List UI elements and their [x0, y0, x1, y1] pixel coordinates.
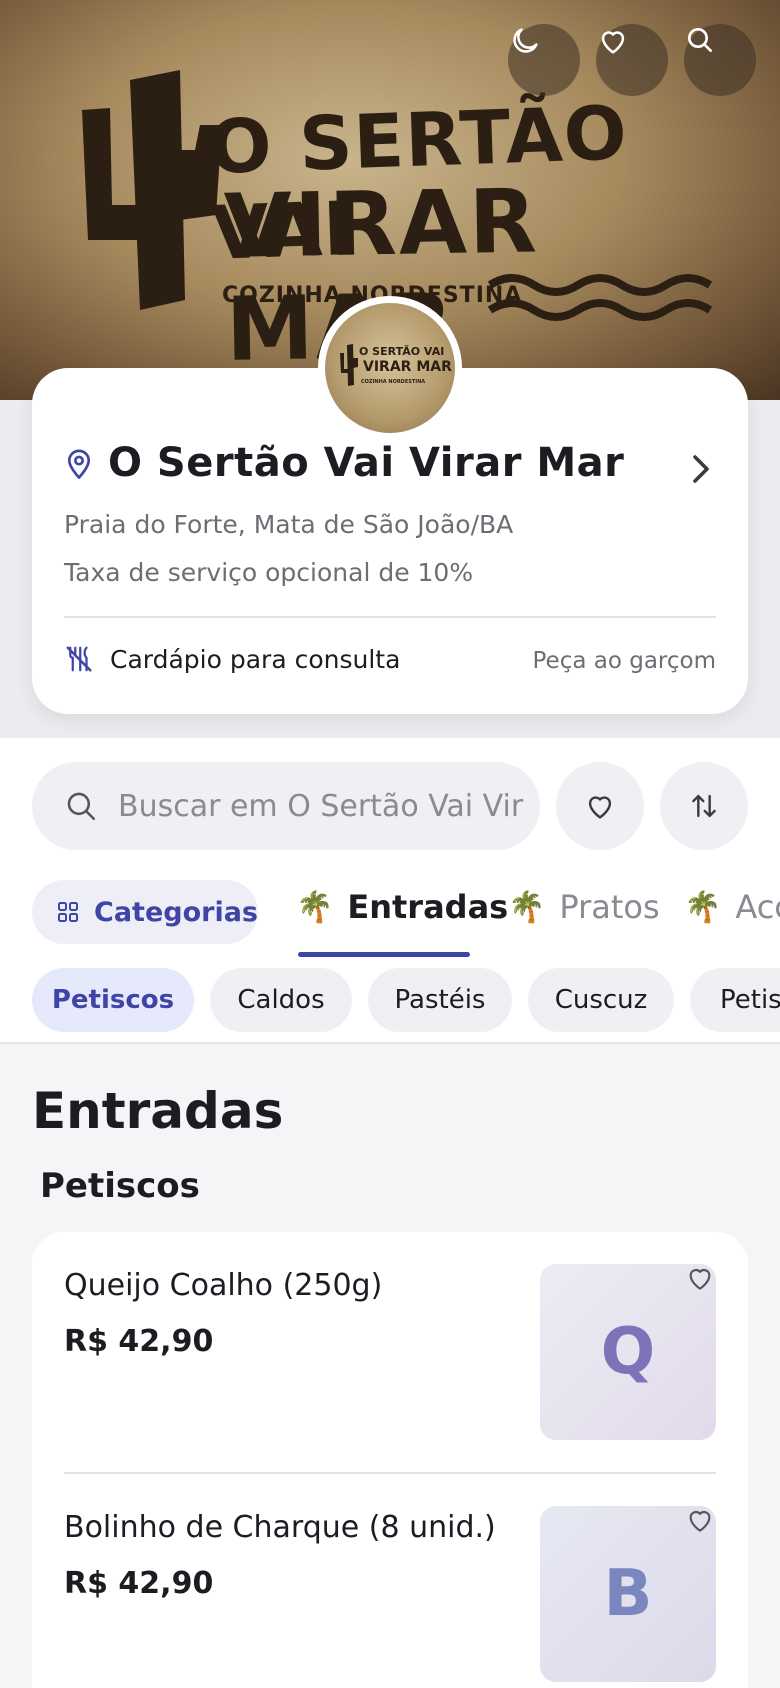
- chevron-right-icon[interactable]: [690, 454, 712, 484]
- sort-button[interactable]: [660, 762, 748, 850]
- restaurant-logo: O SERTÃO VAI VIRAR MAR COZINHA NORDESTIN…: [318, 296, 462, 440]
- heart-icon[interactable]: [684, 1504, 716, 1536]
- heart-icon: [601, 31, 625, 54]
- item-initial: Q: [600, 1315, 656, 1389]
- item-price: R$ 42,90: [64, 1566, 214, 1601]
- restaurant-name: O Sertão Vai Virar Mar: [108, 440, 625, 486]
- categories-label: Categorias: [94, 896, 258, 928]
- menu-navigation: Buscar em O Sertão Vai Vir Categorias 🌴 …: [0, 738, 780, 1044]
- palm-tree-icon: 🌴: [684, 889, 722, 925]
- chip-petiscos[interactable]: Petiscos: [32, 968, 194, 1032]
- subsection-title: Petiscos: [40, 1166, 200, 1206]
- chip-pasteis[interactable]: Pastéis: [368, 968, 512, 1032]
- heart-icon: [588, 796, 612, 819]
- no-cutlery-icon: [66, 646, 92, 672]
- moon-icon: [513, 28, 538, 53]
- restaurant-title-row[interactable]: O Sertão Vai Virar Mar: [64, 440, 624, 486]
- logo-line1: O SERTÃO VAI: [359, 345, 445, 358]
- chip-cuscuz[interactable]: Cuscuz: [528, 968, 674, 1032]
- active-tab-indicator: [298, 952, 470, 957]
- item-name: Queijo Coalho (250g): [64, 1268, 383, 1303]
- menu-item[interactable]: Queijo Coalho (250g) R$ 42,90 Q: [64, 1232, 716, 1472]
- logo-image: O SERTÃO VAI VIRAR MAR COZINHA NORDESTIN…: [325, 303, 455, 433]
- menu-search-input[interactable]: Buscar em O Sertão Vai Vir: [32, 762, 540, 850]
- tab-acompanhamentos[interactable]: 🌴 Acc: [684, 888, 780, 926]
- tab-label: Pratos: [559, 888, 660, 926]
- banner-title-line2: VIRAR MAR: [223, 169, 540, 380]
- tab-label: Entradas: [347, 888, 509, 926]
- sort-arrows-icon: [692, 794, 716, 818]
- card-divider: [64, 616, 716, 618]
- palm-tree-icon: 🌴: [296, 889, 334, 925]
- order-hint: Peça ao garçom: [532, 648, 717, 674]
- menu-mode-label: Cardápio para consulta: [110, 644, 401, 674]
- tab-pratos[interactable]: 🌴 Pratos: [508, 888, 660, 926]
- tab-label: Acc: [735, 888, 780, 926]
- chip-petiscos-2[interactable]: Petis: [690, 968, 780, 1032]
- grid-icon: [58, 902, 78, 922]
- chip-caldos[interactable]: Caldos: [210, 968, 352, 1032]
- logo-line2: VIRAR MAR: [363, 359, 452, 375]
- palm-tree-icon: 🌴: [508, 889, 546, 925]
- tab-entradas[interactable]: 🌴 Entradas: [296, 888, 508, 926]
- favorites-button[interactable]: [596, 24, 668, 96]
- categories-button[interactable]: Categorias: [32, 880, 258, 944]
- search-icon: [688, 28, 712, 52]
- items-list: Queijo Coalho (250g) R$ 42,90 Q Bolinho …: [32, 1232, 748, 1688]
- search-placeholder: Buscar em O Sertão Vai Vir: [118, 788, 524, 824]
- heart-icon[interactable]: [684, 1262, 716, 1294]
- item-initial: B: [603, 1557, 653, 1631]
- dark-mode-button[interactable]: [508, 24, 580, 96]
- logo-line3: COZINHA NORDESTINA: [361, 379, 426, 385]
- menu-item[interactable]: Bolinho de Charque (8 unid.) R$ 42,90 B: [64, 1474, 716, 1688]
- search-icon: [67, 792, 96, 821]
- item-name: Bolinho de Charque (8 unid.): [64, 1510, 496, 1545]
- location-pin-icon: [67, 449, 91, 479]
- favorites-filter-button[interactable]: [556, 762, 644, 850]
- item-price: R$ 42,90: [64, 1324, 214, 1359]
- service-fee-text: Taxa de serviço opcional de 10%: [64, 558, 474, 587]
- search-button[interactable]: [684, 24, 756, 96]
- section-title: Entradas: [32, 1082, 284, 1140]
- restaurant-address: Praia do Forte, Mata de São João/BA: [64, 510, 514, 539]
- menu-mode-row: Cardápio para consulta: [64, 644, 400, 674]
